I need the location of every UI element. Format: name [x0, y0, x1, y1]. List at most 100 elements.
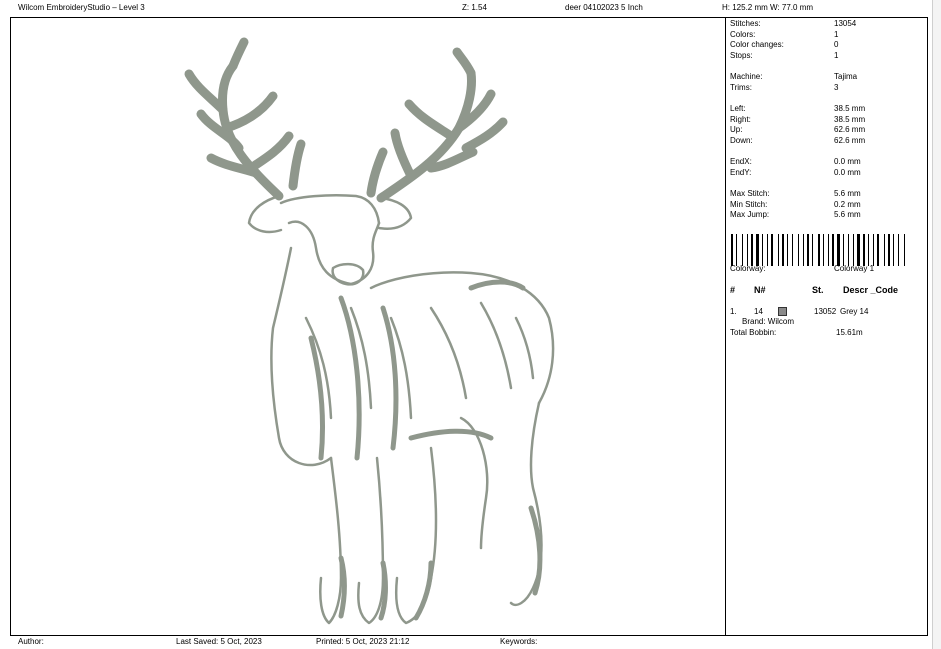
- stat-value: 0.0 mm: [834, 168, 861, 177]
- barcode-bar: [778, 234, 779, 266]
- barcode-bar: [821, 234, 822, 266]
- deer-body-outline: [247, 194, 555, 625]
- stat-value: 5.6 mm: [834, 189, 861, 198]
- barcode-bar: [886, 234, 887, 266]
- stat-value: 1: [834, 30, 839, 39]
- stat-label: Down:: [730, 136, 753, 145]
- window-edge: [932, 0, 941, 649]
- stat-value: 38.5 mm: [834, 115, 866, 124]
- barcode-bar: [884, 234, 885, 266]
- colorway-value: Colorway 1: [834, 264, 875, 273]
- stat-label: Colors:: [730, 30, 756, 39]
- barcode-bar: [868, 234, 869, 266]
- barcode-bar: [857, 234, 860, 266]
- total-bobbin-value: 15.61m: [836, 328, 863, 337]
- stat-value: 3: [834, 83, 839, 92]
- barcode-bar: [814, 234, 817, 266]
- barcode-bar: [807, 234, 809, 266]
- barcode-bar: [805, 234, 806, 266]
- barcode-bar: [760, 234, 761, 266]
- barcode-bar: [888, 234, 890, 266]
- col-header-n: N#: [754, 285, 766, 295]
- stat-label: Stops:: [730, 51, 753, 60]
- barcode-bar: [863, 234, 865, 266]
- barcode-bar: [736, 234, 737, 266]
- barcode-bar: [794, 234, 797, 266]
- barcode-bar: [774, 234, 777, 266]
- barcode-bar: [906, 234, 907, 266]
- stat-label: Max Stitch:: [730, 189, 770, 198]
- row-brand: Brand: Wilcom: [742, 317, 795, 326]
- barcode-bar: [798, 234, 799, 266]
- barcode-bar: [762, 234, 763, 266]
- barcode: [731, 234, 917, 266]
- barcode-bar: [764, 234, 766, 266]
- barcode-bar: [828, 234, 829, 266]
- stat-label: EndY:: [730, 168, 752, 177]
- stat-label: Left:: [730, 104, 746, 113]
- footer-bar: Author: Last Saved: 5 Oct, 2023 Printed:…: [0, 633, 941, 649]
- barcode-bar: [792, 234, 793, 266]
- barcode-bar: [891, 234, 892, 266]
- stats-panel: Stitches: 13054 Colors: 1 Color changes:…: [726, 18, 928, 635]
- barcode-bar: [904, 234, 905, 266]
- design-dimensions: H: 125.2 mm W: 77.0 mm: [722, 3, 813, 12]
- barcode-bar: [789, 234, 791, 266]
- col-header-num: #: [730, 285, 736, 295]
- barcode-bar: [837, 234, 840, 266]
- barcode-bar: [810, 234, 811, 266]
- stat-label: Color changes:: [730, 40, 784, 49]
- thread-color-swatch: [778, 307, 787, 316]
- barcode-bar: [756, 234, 759, 266]
- stat-value: 1: [834, 51, 839, 60]
- barcode-bar: [850, 234, 852, 266]
- barcode-bar: [877, 234, 879, 266]
- stat-value: 5.6 mm: [834, 210, 861, 219]
- barcode-bar: [855, 234, 856, 266]
- barcode-bar: [841, 234, 842, 266]
- barcode-bar: [898, 234, 899, 266]
- stat-label: Trims:: [730, 83, 752, 92]
- stat-value: 0.2 mm: [834, 200, 861, 209]
- barcode-bar: [747, 234, 748, 266]
- col-header-st: St.: [812, 285, 824, 295]
- barcode-bar: [780, 234, 781, 266]
- barcode-bar: [785, 234, 786, 266]
- barcode-bar: [848, 234, 849, 266]
- barcode-bar: [782, 234, 784, 266]
- stat-label: Max Jump:: [730, 210, 770, 219]
- design-canvas[interactable]: [11, 18, 725, 635]
- barcode-bar: [812, 234, 813, 266]
- header-bar: Wilcom EmbroideryStudio – Level 3 Z: 1.5…: [0, 0, 941, 16]
- barcode-bar: [835, 234, 836, 266]
- deer-embroidery-design: [184, 37, 555, 625]
- stat-label: Stitches:: [730, 19, 761, 28]
- colorway-label: Colorway:: [730, 264, 766, 273]
- antlers: [184, 37, 508, 203]
- stat-value: 0.0 mm: [834, 157, 861, 166]
- barcode-bar: [818, 234, 820, 266]
- barcode-bar: [845, 234, 847, 266]
- barcode-bar: [830, 234, 831, 266]
- footer-last-saved: Last Saved: 5 Oct, 2023: [176, 637, 262, 646]
- footer-printed: Printed: 5 Oct, 2023 21:12: [316, 637, 410, 646]
- barcode-bar: [893, 234, 894, 266]
- barcode-bar: [843, 234, 844, 266]
- total-bobbin-label: Total Bobbin:: [730, 328, 777, 337]
- stat-value: 62.6 mm: [834, 125, 866, 134]
- barcode-bar: [861, 234, 862, 266]
- stat-value: 13054: [834, 19, 857, 28]
- deer-accents: [308, 279, 543, 621]
- stat-label: Machine:: [730, 72, 763, 81]
- barcode-bar: [832, 234, 834, 266]
- barcode-bar: [744, 234, 746, 266]
- barcode-bar: [866, 234, 867, 266]
- app-title: Wilcom EmbroideryStudio – Level 3: [18, 3, 145, 12]
- barcode-bar: [787, 234, 788, 266]
- barcode-bar: [731, 234, 733, 266]
- barcode-bar: [873, 234, 874, 266]
- barcode-bar: [823, 234, 824, 266]
- row-index: 1.: [730, 307, 737, 316]
- stat-value: Tajima: [834, 72, 858, 81]
- stat-label: Min Stitch:: [730, 200, 768, 209]
